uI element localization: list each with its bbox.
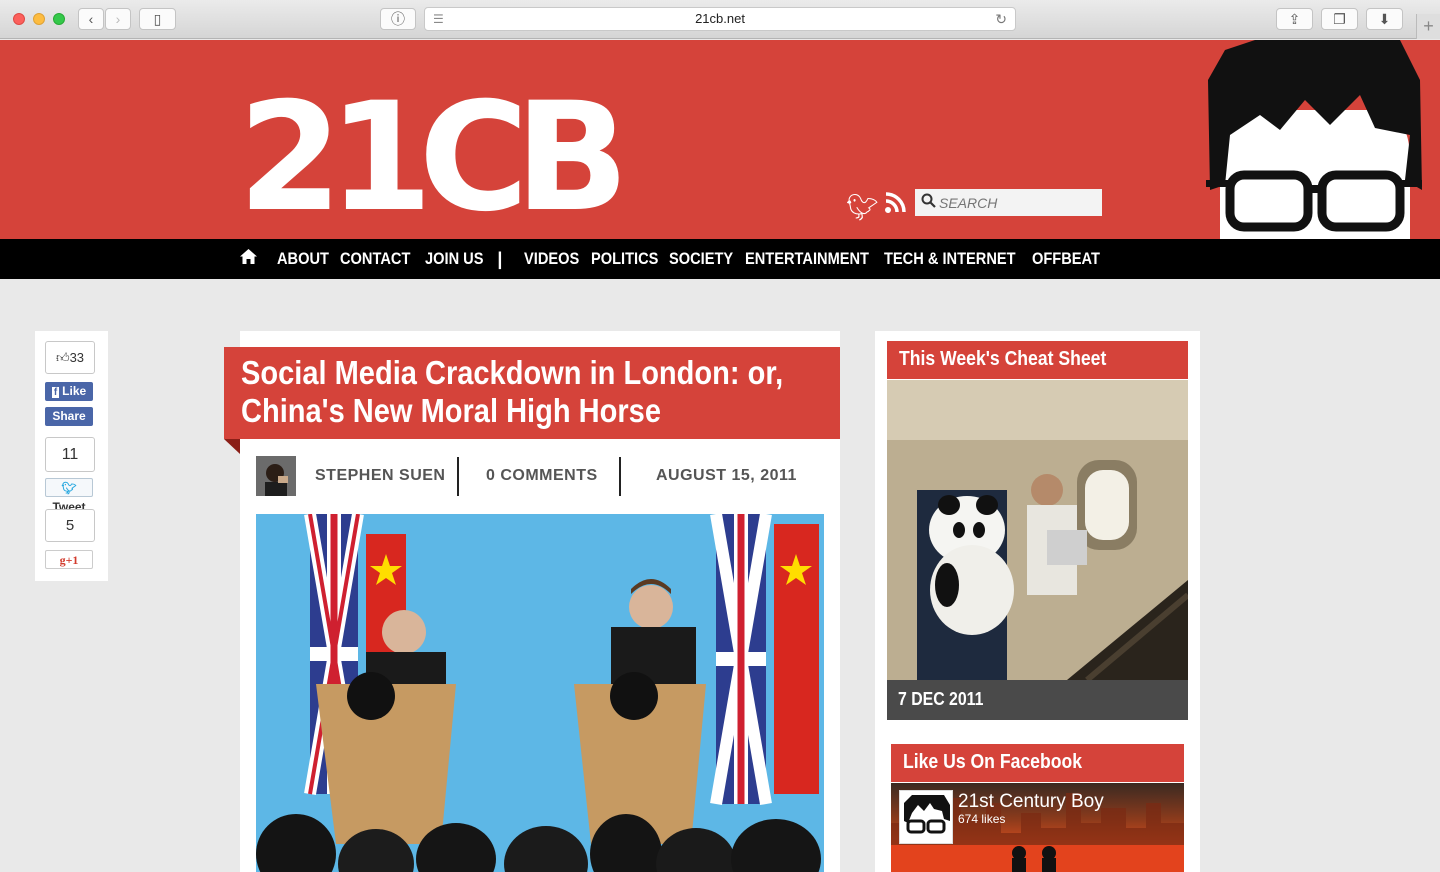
sidebar-icon: ▯ [153, 11, 162, 27]
article-date: AUGUST 15, 2011 [656, 467, 797, 484]
author-avatar[interactable] [256, 456, 296, 496]
title-ribbon-fold [224, 439, 240, 454]
chevron-right-icon: › [115, 11, 121, 27]
nav-item-about[interactable]: ABOUT [277, 249, 329, 269]
privacy-report-button[interactable]: ⓘ [380, 8, 416, 30]
meta-divider [619, 457, 621, 496]
tweet-count: 11 [45, 437, 95, 472]
rss-icon[interactable] [884, 192, 906, 221]
address-bar[interactable]: ☰ 21cb.net ↻ [424, 7, 1016, 31]
browser-toolbar: ‹ › ▯ ⓘ ☰ 21cb.net ↻ ⇪ ❐ ⬇ + [0, 0, 1440, 39]
cheat-sheet-title[interactable]: This Week's Cheat Sheet [899, 348, 1106, 371]
tabs-overview-button[interactable]: ❐ [1321, 8, 1358, 30]
url-text: 21cb.net [695, 11, 745, 26]
back-button[interactable]: ‹ [78, 8, 104, 30]
facebook-widget-title: Like Us On Facebook [903, 751, 1082, 773]
facebook-page-name[interactable]: 21st Century Boy [958, 791, 1104, 813]
facebook-like-button[interactable]: f Like [45, 382, 93, 401]
search-input[interactable] [915, 189, 1102, 216]
main-navigation: ABOUT CONTACT JOIN US | VIDEOS POLITICS … [0, 239, 1440, 279]
reader-icon[interactable]: ☰ [433, 8, 444, 30]
twitter-icon[interactable]: 🐦︎ [846, 192, 879, 223]
download-icon: ⬇ [1378, 11, 1391, 27]
site-logo[interactable]: 21CB [238, 83, 629, 233]
chevron-left-icon: ‹ [88, 11, 94, 27]
nav-item-entertainment[interactable]: ENTERTAINMENT [745, 249, 869, 269]
thumbs-up-icon: 👍︎ [55, 350, 70, 365]
close-window-button[interactable] [13, 13, 25, 25]
article-comments-count[interactable]: 0 COMMENTS [486, 467, 598, 485]
info-icon: ⓘ [391, 11, 405, 27]
nav-item-join-us[interactable]: JOIN US [425, 249, 484, 269]
facebook-likes-count: 674 likes [958, 812, 1006, 826]
minimize-window-button[interactable] [33, 13, 45, 25]
nav-item-offbeat[interactable]: OFFBEAT [1032, 249, 1100, 269]
nav-item-society[interactable]: SOCIETY [669, 249, 733, 269]
article-author[interactable]: STEPHEN SUEN [315, 467, 445, 485]
share-sidebar: 👍︎33 f Like Share 11 🐦︎Tweet 5 g+1 [35, 331, 108, 581]
gplus-button[interactable]: g+1 [45, 550, 93, 569]
zoom-window-button[interactable] [53, 13, 65, 25]
facebook-like-count: 👍︎33 [45, 341, 95, 374]
mascot-illustration [1206, 40, 1422, 239]
nav-separator: | [497, 248, 503, 269]
facebook-page-avatar[interactable] [899, 790, 953, 844]
forward-button[interactable]: › [105, 8, 131, 30]
nav-item-videos[interactable]: VIDEOS [524, 249, 579, 269]
cheat-sheet-date: 7 DEC 2011 [898, 689, 984, 709]
share-button[interactable]: ⇪ [1276, 8, 1313, 30]
facebook-share-button[interactable]: Share [45, 407, 93, 426]
downloads-button[interactable]: ⬇ [1366, 8, 1403, 30]
nav-item-contact[interactable]: CONTACT [340, 249, 410, 269]
article-title[interactable]: Social Media Crackdown in London: or, Ch… [241, 354, 783, 430]
facebook-icon: f [51, 387, 60, 398]
article-hero-image [256, 514, 824, 872]
search-icon [921, 193, 936, 212]
tweet-button[interactable]: 🐦︎Tweet [45, 478, 93, 514]
home-icon[interactable] [240, 249, 257, 269]
nav-item-tech-internet[interactable]: TECH & INTERNET [884, 249, 1016, 269]
site-header: 21CB 🐦︎ [0, 40, 1440, 239]
nav-item-politics[interactable]: POLITICS [591, 249, 658, 269]
meta-divider [457, 457, 459, 496]
twitter-icon: 🐦︎ [61, 481, 77, 495]
sidebar-toggle-button[interactable]: ▯ [139, 8, 176, 30]
tabs-icon: ❐ [1333, 11, 1346, 27]
reload-icon[interactable]: ↻ [995, 8, 1007, 30]
share-icon: ⇪ [1288, 11, 1301, 27]
gplus-count: 5 [45, 509, 95, 542]
cheat-sheet-image[interactable] [887, 380, 1188, 680]
new-tab-button[interactable]: + [1416, 14, 1440, 39]
